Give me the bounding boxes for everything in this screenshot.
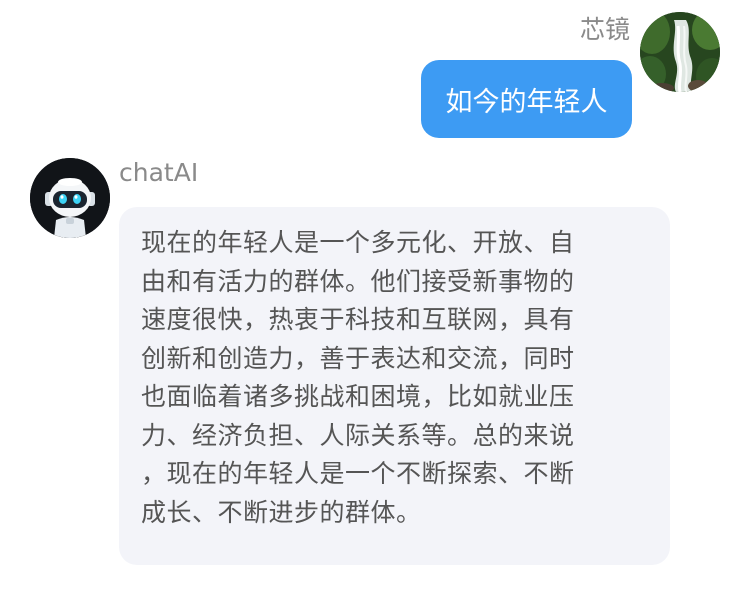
bot-message-line: 速度很快，热衷于科技和互联网，具有: [141, 305, 575, 334]
user-message-bubble[interactable]: 如今的年轻人: [421, 60, 632, 138]
bot-sender-name: chatAI: [119, 158, 199, 187]
bot-avatar[interactable]: [30, 158, 110, 238]
bot-message-line: 创新和创造力，善于表达和交流，同时: [141, 343, 575, 373]
bot-message-line: 由和有活力的群体。他们接受新事物的: [141, 266, 575, 296]
bot-message-bubble[interactable]: 现在的年轻人是一个多元化、开放、自 由和有活力的群体。他们接受新事物的 速度很快…: [119, 207, 670, 565]
bot-message-line: 也面临着诸多挑战和困境，比如就业压: [141, 382, 575, 411]
user-message-text: 如今的年轻人: [445, 86, 608, 118]
robot-avatar-icon: [30, 158, 110, 238]
waterfall-avatar-icon: [640, 12, 720, 92]
chat-thread: 芯镜 如今的年轻人 chatAI 现在的年轻人是一个多元化、开放、自 由和有活力…: [0, 0, 750, 608]
bot-message-line: 成长、不断进步的群体。: [141, 497, 422, 527]
user-avatar[interactable]: [640, 12, 720, 92]
bot-message-line: 力、经济负担、人际关系等。总的来说: [141, 420, 575, 450]
user-sender-name: 芯镜: [579, 15, 630, 44]
bot-message-line: 现在的年轻人是一个多元化、开放、自: [141, 228, 575, 257]
bot-message-line: ，现在的年轻人是一个不断探索、不断: [141, 459, 575, 488]
